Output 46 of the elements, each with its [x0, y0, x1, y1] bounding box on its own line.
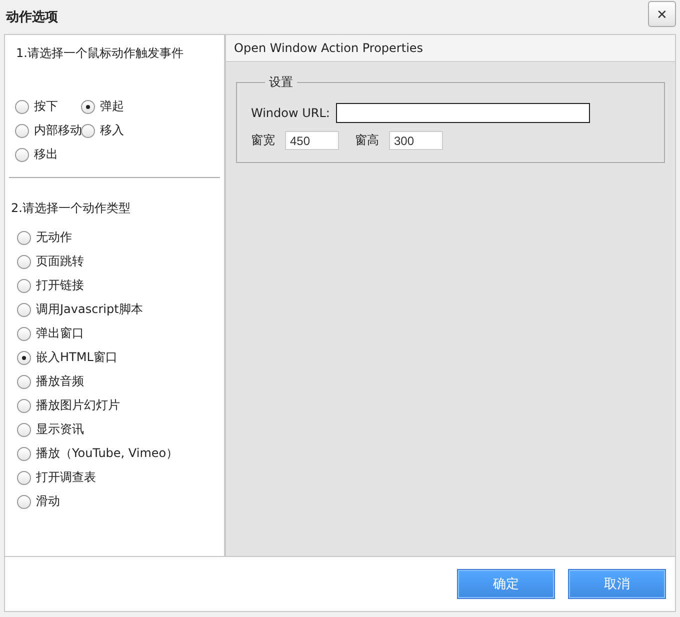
radio-label: 弹出窗口 — [36, 325, 84, 342]
field-label: 窗高 — [355, 132, 379, 149]
section-heading: 1.请选择一个鼠标动作触发事件 — [16, 45, 184, 62]
radio-label: 移出 — [34, 146, 58, 163]
field-label: Window URL: — [251, 106, 330, 120]
radio-label: 播放（YouTube, Vimeo） — [36, 445, 178, 462]
radio-label: 调用Javascript脚本 — [36, 301, 143, 318]
radio-button[interactable] — [17, 374, 31, 388]
radio-label: 播放音频 — [36, 373, 84, 390]
radio-button[interactable] — [17, 278, 31, 292]
radio-label: 打开链接 — [36, 277, 84, 294]
radio-label: 打开调查表 — [36, 469, 96, 486]
radio-button[interactable] — [17, 230, 31, 244]
radio-button[interactable] — [17, 494, 31, 508]
width-field[interactable]: 450 — [285, 131, 339, 150]
radio-button[interactable] — [17, 254, 31, 268]
radio-label: 页面跳转 — [36, 253, 84, 270]
radio-label: 按下 — [34, 98, 58, 115]
radio-button[interactable] — [15, 124, 29, 138]
radio-button[interactable] — [17, 422, 31, 436]
section-heading: 2.请选择一个动作类型 — [11, 201, 130, 215]
radio-button[interactable] — [81, 124, 95, 138]
url-field[interactable] — [336, 103, 590, 123]
radio-button[interactable] — [81, 100, 95, 114]
radio-button[interactable] — [15, 100, 29, 114]
radio-button[interactable] — [17, 398, 31, 412]
field-label: 窗宽 — [251, 132, 275, 149]
radio-label: 显示资讯 — [36, 421, 84, 438]
radio-button[interactable] — [17, 350, 31, 364]
radio-label: 播放图片幻灯片 — [36, 397, 120, 414]
radio-button[interactable] — [15, 148, 29, 162]
group-title: 设置 — [268, 74, 294, 91]
close-button[interactable]: ✕ — [648, 1, 676, 27]
radio-button[interactable] — [17, 470, 31, 484]
radio-button[interactable] — [17, 302, 31, 316]
window-title: 动作选项 — [6, 9, 58, 26]
radio-label: 弹起 — [100, 98, 124, 115]
radio-label: 滑动 — [36, 493, 60, 510]
radio-label: 移入 — [100, 122, 124, 139]
height-field[interactable]: 300 — [389, 131, 443, 150]
radio-label: 内部移动 — [34, 122, 82, 139]
radio-button[interactable] — [17, 446, 31, 460]
panel-header: Open Window Action Properties — [226, 35, 675, 62]
radio-label: 无动作 — [36, 229, 72, 246]
radio-label: 嵌入HTML窗口 — [36, 349, 118, 366]
radio-button[interactable] — [17, 326, 31, 340]
